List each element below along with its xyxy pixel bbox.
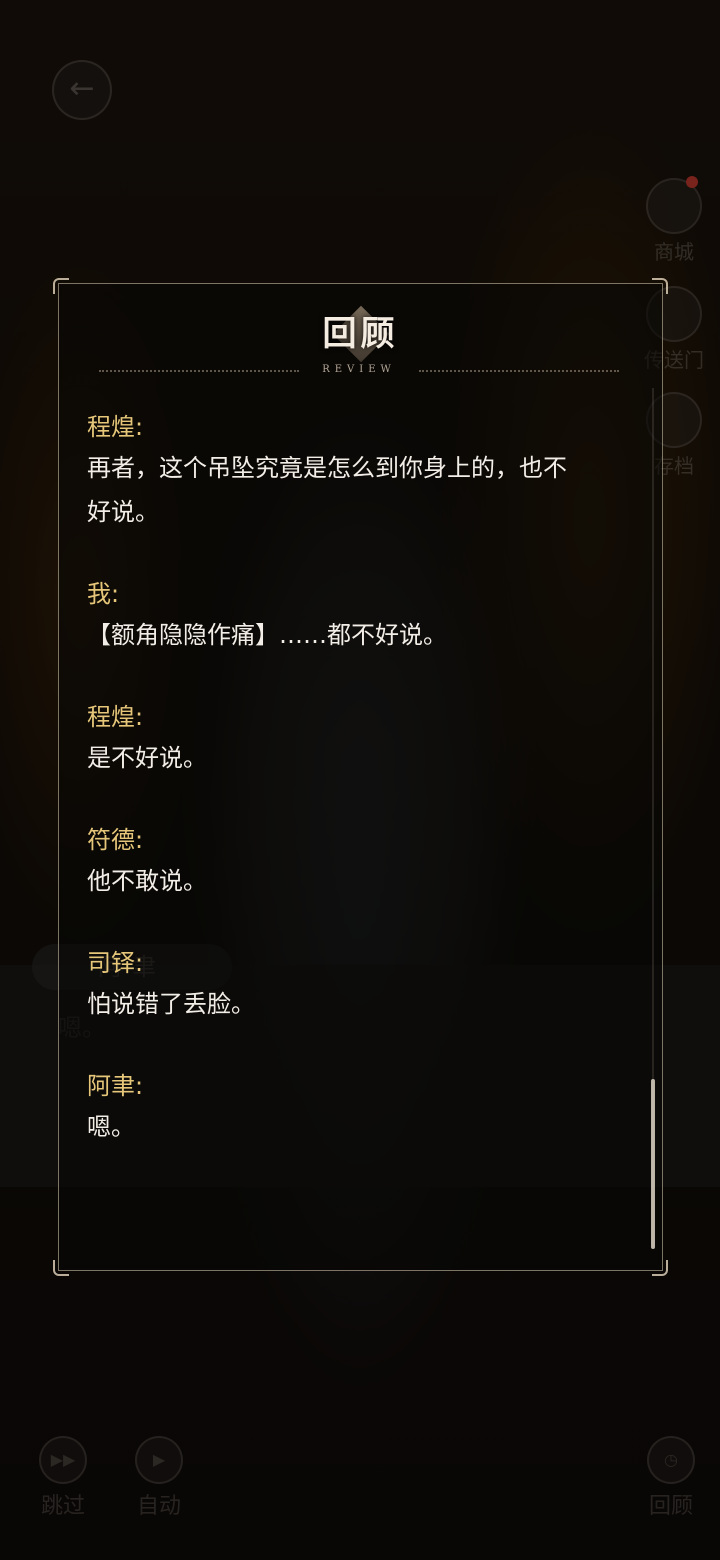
subtitle-row: REVIEW	[99, 364, 619, 378]
log-speaker: 程煌:	[87, 703, 144, 731]
log-entry: 阿聿: 嗯。	[87, 1071, 627, 1149]
log-speaker: 程煌:	[87, 413, 144, 441]
log-entry: 司铎: 怕说错了丢脸。	[87, 948, 627, 1026]
dotted-divider	[419, 370, 619, 372]
frame-corner	[652, 1260, 668, 1276]
review-log-list[interactable]: 程煌: 再者，这个吊坠究竟是怎么到你身上的，也不 好说。 我: 【额角隐隐作痛】…	[87, 412, 627, 1194]
panel-header: 回顾	[59, 305, 662, 363]
log-text: 再者，这个吊坠究竟是怎么到你身上的，也不	[87, 454, 567, 482]
log-text: 怕说错了丢脸。	[87, 990, 255, 1018]
log-text: 【额角隐隐作痛】……都不好说。	[87, 621, 447, 649]
log-entry: 程煌: 是不好说。	[87, 702, 627, 780]
frame-corner	[53, 1260, 69, 1276]
log-entry: 程煌: 再者，这个吊坠究竟是怎么到你身上的，也不 好说。	[87, 412, 627, 534]
log-speaker: 符德:	[87, 826, 144, 854]
log-entry: 我: 【额角隐隐作痛】……都不好说。	[87, 579, 627, 657]
log-speaker: 我:	[87, 580, 120, 608]
log-text: 他不敢说。	[87, 867, 207, 895]
log-entry: 符德: 他不敢说。	[87, 825, 627, 903]
log-text: 是不好说。	[87, 744, 207, 772]
review-panel: 回顾 REVIEW 程煌: 再者，这个吊坠究竟是怎么到你身上的，也不 好说。 我…	[53, 278, 668, 1276]
frame-corner	[53, 278, 69, 294]
log-speaker: 阿聿:	[87, 1072, 144, 1100]
log-text: 嗯。	[87, 1113, 135, 1141]
log-speaker: 司铎:	[87, 949, 144, 977]
log-text: 好说。	[87, 498, 159, 526]
panel-title: 回顾	[322, 314, 399, 354]
frame-corner	[652, 278, 668, 294]
scrollbar-thumb[interactable]	[651, 1079, 655, 1249]
